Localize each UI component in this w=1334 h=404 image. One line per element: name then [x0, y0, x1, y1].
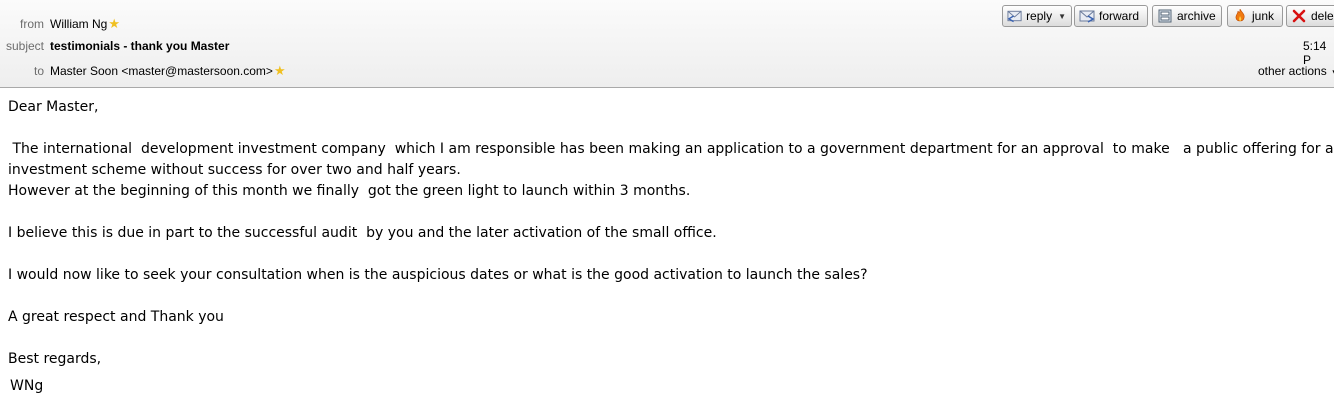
signature: WNg [10, 378, 44, 394]
flame-icon [1235, 9, 1245, 22]
subject-row: subject testimonials - thank you Master [0, 39, 229, 53]
forward-button[interactable]: forward [1074, 5, 1148, 27]
body-line: The international development investment… [8, 141, 1334, 157]
junk-button[interactable]: junk [1227, 5, 1283, 27]
archive-icon [1158, 9, 1172, 23]
other-actions-label: other actions [1258, 64, 1327, 78]
body-line: However at the beginning of this month w… [8, 183, 691, 199]
to-recipient[interactable]: Master Soon <master@mastersoon.com> [50, 64, 273, 78]
message-time: 5:14 P [1303, 39, 1327, 67]
subject-text: testimonials - thank you Master [50, 39, 230, 53]
junk-label: junk [1252, 9, 1275, 23]
forward-icon [1079, 10, 1095, 23]
reply-dropdown-icon[interactable]: ▼ [1058, 12, 1066, 21]
from-label: from [20, 17, 44, 31]
message-header: from William Ng★ subject testimonials - th… [0, 0, 1334, 88]
other-actions-menu[interactable]: other actions▼ [1258, 64, 1334, 78]
delete-button[interactable]: dele [1286, 5, 1334, 27]
reply-label: reply [1026, 9, 1053, 23]
body-line: I believe this is due in part to the suc… [8, 225, 717, 241]
body-line: investment scheme without success for ov… [8, 162, 461, 178]
star-icon[interactable]: ★ [274, 63, 286, 78]
greeting: Dear Master, [8, 99, 99, 115]
delete-x-icon [1292, 9, 1306, 23]
body-line: I would now like to seek your consultati… [8, 267, 868, 283]
subject-label: subject [5, 39, 44, 53]
body-line: A great respect and Thank you [8, 309, 224, 325]
archive-button[interactable]: archive [1152, 5, 1222, 27]
from-row: from William Ng★ [0, 16, 120, 32]
delete-label: dele [1311, 9, 1334, 23]
to-row: to Master Soon <master@mastersoon.com>★ [0, 63, 286, 79]
archive-label: archive [1177, 9, 1216, 23]
reply-button[interactable]: reply ▼ [1002, 5, 1072, 27]
forward-label: forward [1099, 9, 1140, 23]
star-icon[interactable]: ★ [108, 16, 120, 31]
reply-icon [1007, 10, 1022, 23]
to-label: to [33, 64, 44, 78]
from-sender[interactable]: William Ng [50, 17, 107, 31]
closing: Best regards, [8, 351, 102, 367]
